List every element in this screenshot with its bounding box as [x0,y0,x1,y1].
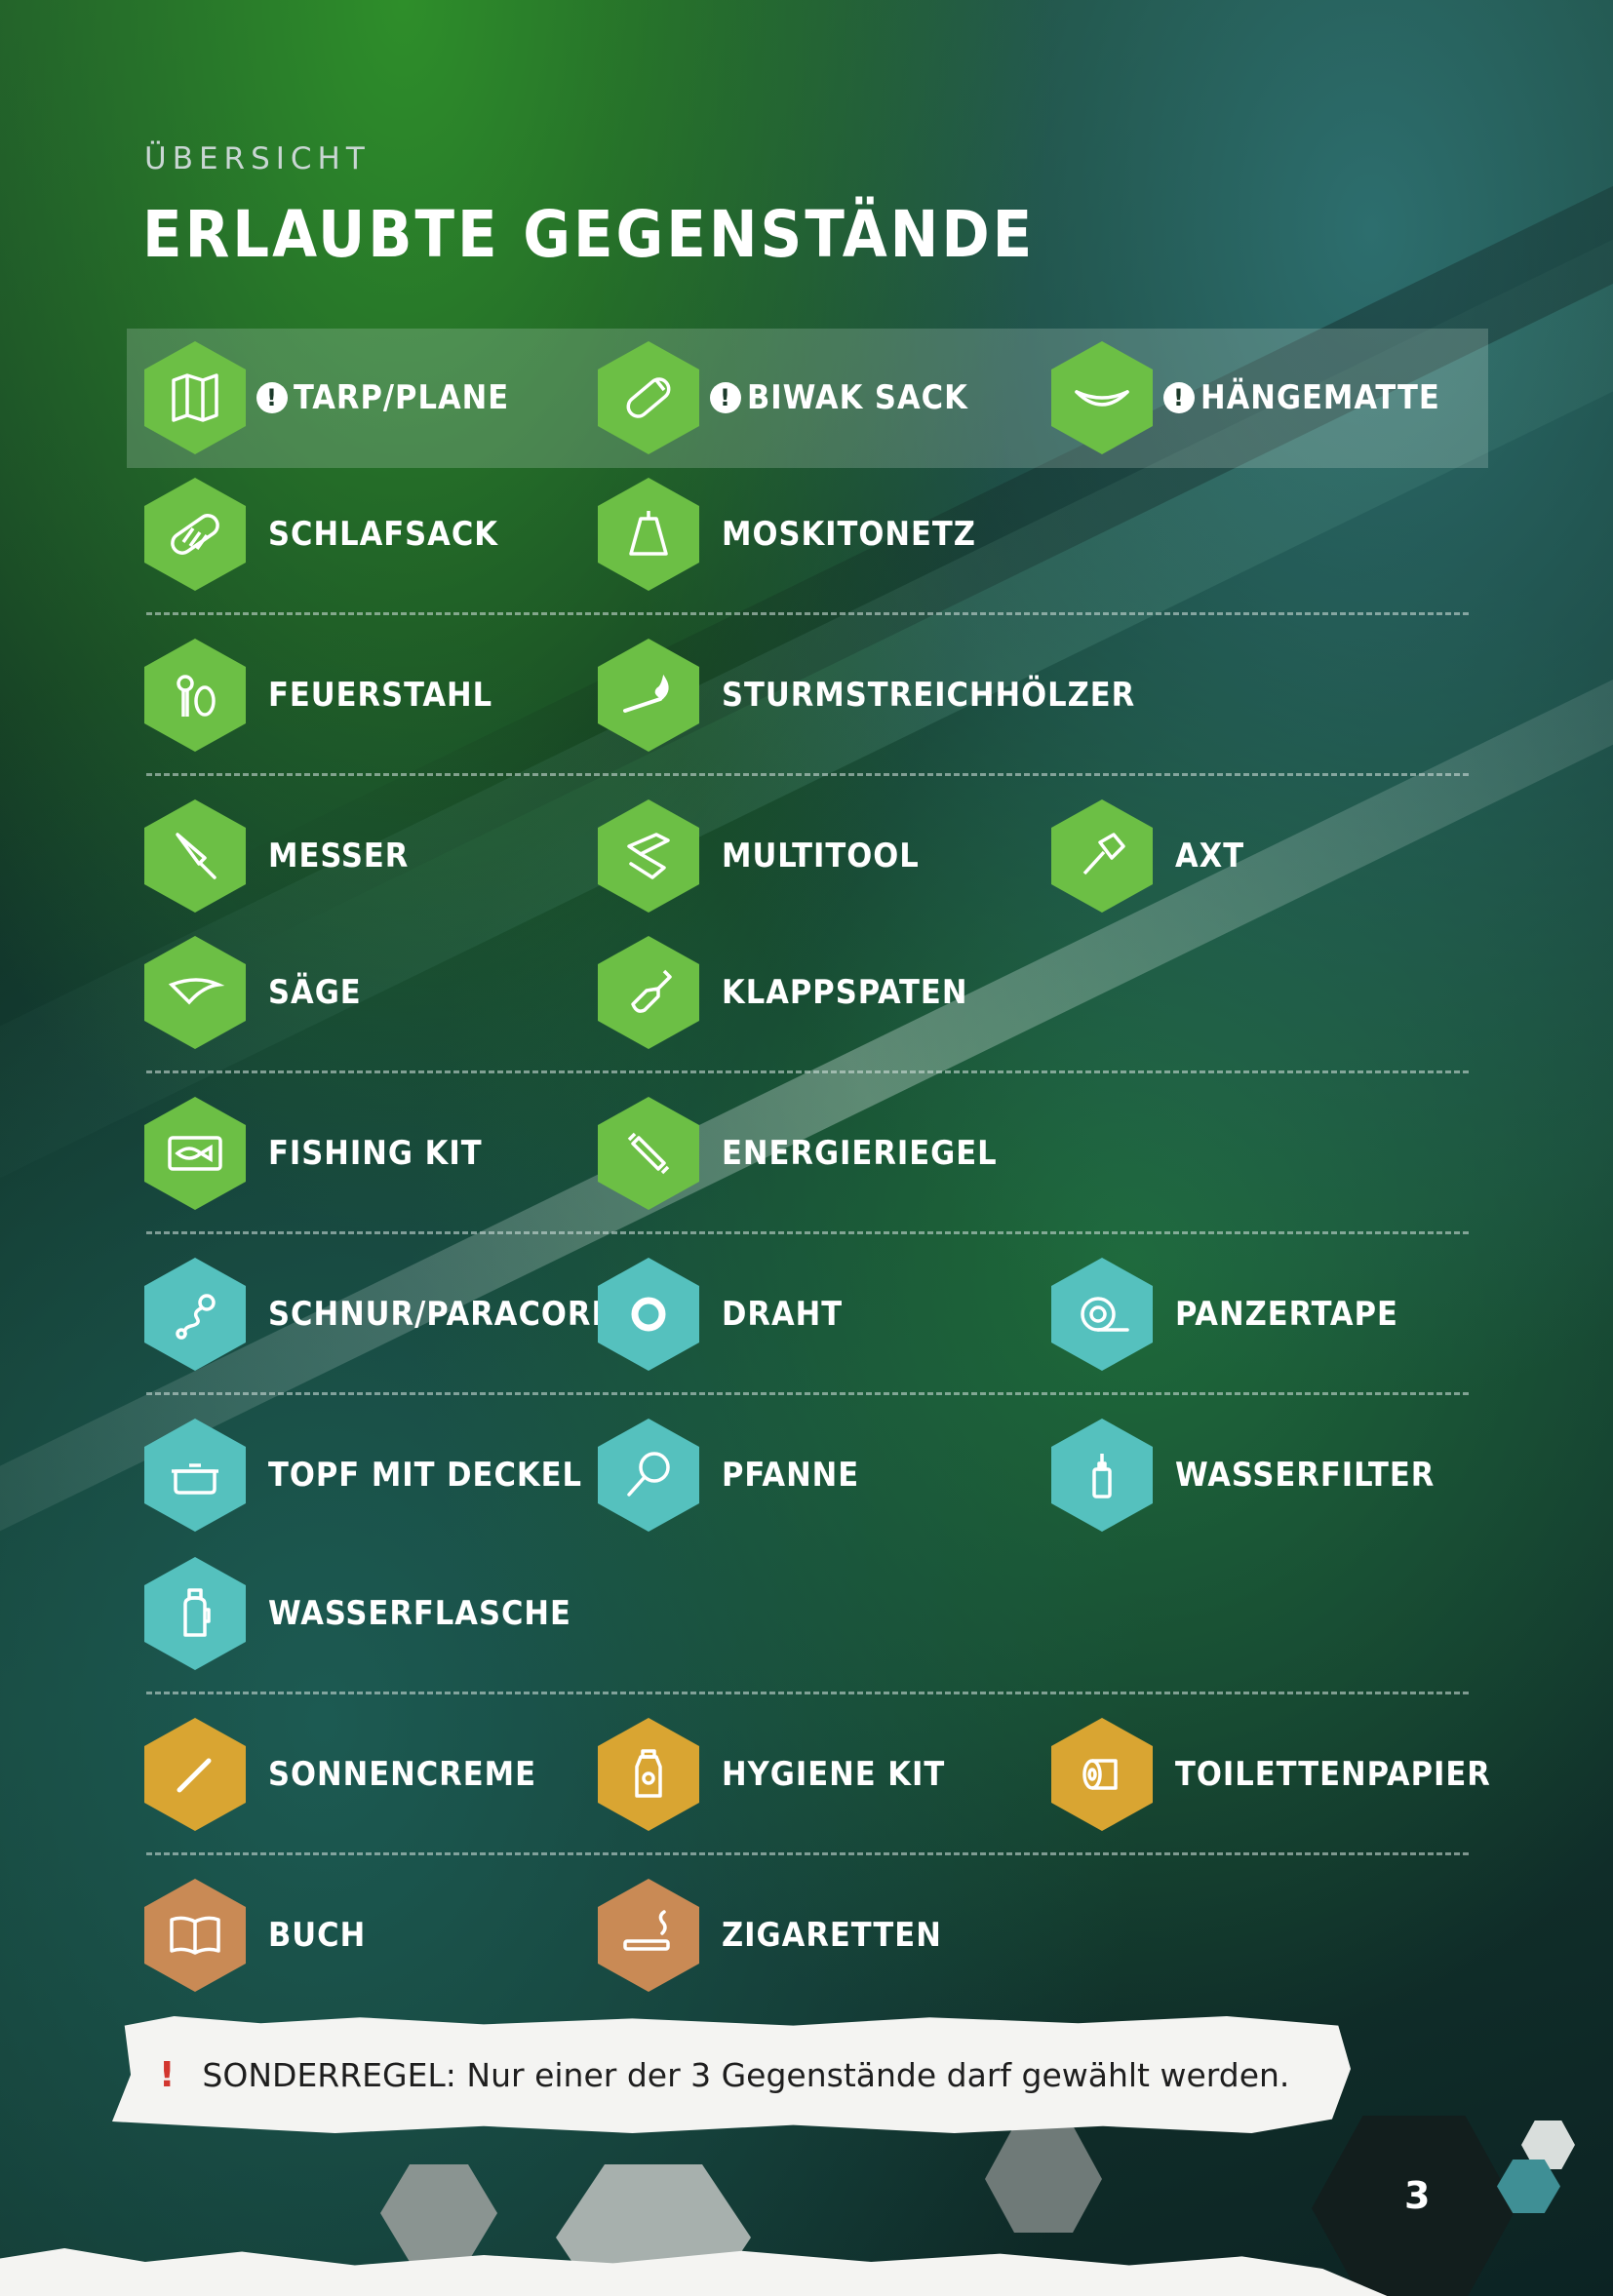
item-label: HÄNGEMATTE [1200,378,1440,417]
item-haengematte: ! HÄNGEMATTE [1051,341,1440,454]
item-label: FISHING KIT [268,1134,483,1173]
item-moskitonetz: MOSKITONETZ [598,478,976,591]
warning-icon: ! [710,382,741,413]
energy-bar-icon [598,1097,699,1210]
item-label: ENERGIERIEGEL [722,1134,998,1173]
item-tarp: ! TARP/PLANE [144,341,509,454]
item-axt: AXT [1051,799,1244,913]
item-label: BIWAK SACK [747,378,968,417]
item-saege: SÄGE [144,936,362,1049]
item-biwak-sack: ! BIWAK SACK [598,341,968,454]
warning-icon: ! [159,2054,176,2095]
item-label: PFANNE [722,1456,860,1495]
item-hygiene-kit: HYGIENE KIT [598,1718,945,1831]
item-label: AXT [1175,837,1245,876]
knife-icon [144,799,246,913]
hammock-icon [1051,341,1153,454]
item-label: MOSKITONETZ [722,515,976,554]
saw-icon [144,936,246,1049]
item-fishing-kit: FISHING KIT [144,1097,483,1210]
multitool-icon [598,799,699,913]
item-label: MULTITOOL [722,837,920,876]
page-number: 3 [1404,2174,1431,2217]
warning-icon: ! [256,382,288,413]
section-divider [146,1692,1469,1694]
item-schlafsack: SCHLAFSACK [144,478,498,591]
item-label: SONNENCREME [268,1755,536,1794]
item-energieriegel: ENERGIERIEGEL [598,1097,998,1210]
item-label: FEUERSTAHL [268,676,493,715]
item-label: ZIGARETTEN [722,1916,942,1955]
item-label: WASSERFILTER [1175,1456,1436,1495]
shovel-icon [598,936,699,1049]
item-multitool: MULTITOOL [598,799,920,913]
item-label: MESSER [268,837,410,876]
item-label: STURMSTREICHHÖLZER [722,676,1136,715]
special-rule-text: SONDERREGEL: Nur einer der 3 Gegenstände… [202,2055,1290,2094]
item-label: TOPF MIT DECKEL [268,1456,582,1495]
item-label: DRAHT [722,1295,844,1334]
item-sonnencreme: SONNENCREME [144,1718,536,1831]
sunscreen-icon [144,1718,246,1831]
page-title: ERLAUBTE GEGENSTÄNDE [142,197,1036,272]
item-label: KLAPPSPATEN [722,973,968,1012]
item-sturmstreichhoelzer: STURMSTREICHHÖLZER [598,639,1135,752]
item-label: BUCH [268,1916,367,1955]
page-content: ÜBERSICHT ERLAUBTE GEGENSTÄNDE ! TARP/PLA… [0,0,1613,2296]
rope-icon [144,1258,246,1371]
item-pfanne: PFANNE [598,1419,859,1532]
section-divider [146,773,1469,776]
item-feuerstahl: FEUERSTAHL [144,639,492,752]
special-rule-note: ! SONDERREGEL: Nur einer der 3 Gegenstän… [112,2016,1351,2133]
hygiene-bottle-icon [598,1718,699,1831]
section-divider [146,1231,1469,1234]
item-label: WASSERFLASCHE [268,1594,571,1633]
section-divider [146,612,1469,615]
sleeping-bag-icon [144,478,246,591]
section-divider [146,1070,1469,1073]
book-icon [144,1879,246,1992]
item-schnur-paracord: SCHNUR/PARACORD [144,1258,617,1371]
item-buch: BUCH [144,1879,366,1992]
item-wasserflasche: WASSERFLASCHE [144,1557,571,1670]
bivy-bag-icon [598,341,699,454]
item-topf-mit-deckel: TOPF MIT DECKEL [144,1419,582,1532]
item-label: HYGIENE KIT [722,1755,946,1794]
section-kicker: ÜBERSICHT [144,141,371,176]
section-divider [146,1392,1469,1395]
pot-icon [144,1419,246,1532]
wire-ring-icon [598,1258,699,1371]
water-filter-icon [1051,1419,1153,1532]
mosquito-net-icon [598,478,699,591]
item-label: SCHNUR/PARACORD [268,1295,617,1334]
item-draht: DRAHT [598,1258,843,1371]
map-icon [144,341,246,454]
item-klappspaten: KLAPPSPATEN [598,936,967,1049]
item-messer: MESSER [144,799,409,913]
storm-match-icon [598,639,699,752]
tape-icon [1051,1258,1153,1371]
item-panzertape: PANZERTAPE [1051,1258,1398,1371]
item-wasserfilter: WASSERFILTER [1051,1419,1435,1532]
fish-icon [144,1097,246,1210]
water-bottle-icon [144,1557,246,1670]
warning-icon: ! [1163,382,1195,413]
section-divider [146,1852,1469,1855]
item-label: SÄGE [268,973,362,1012]
item-label: TOILETTENPAPIER [1175,1755,1491,1794]
item-label: SCHLAFSACK [268,515,498,554]
cigarette-icon [598,1879,699,1992]
fire-steel-icon [144,639,246,752]
item-label: TARP/PLANE [294,378,510,417]
pan-icon [598,1419,699,1532]
axe-icon [1051,799,1153,913]
item-zigaretten: ZIGARETTEN [598,1879,942,1992]
item-label: PANZERTAPE [1175,1295,1398,1334]
item-toilettenpapier: TOILETTENPAPIER [1051,1718,1491,1831]
toilet-paper-icon [1051,1718,1153,1831]
